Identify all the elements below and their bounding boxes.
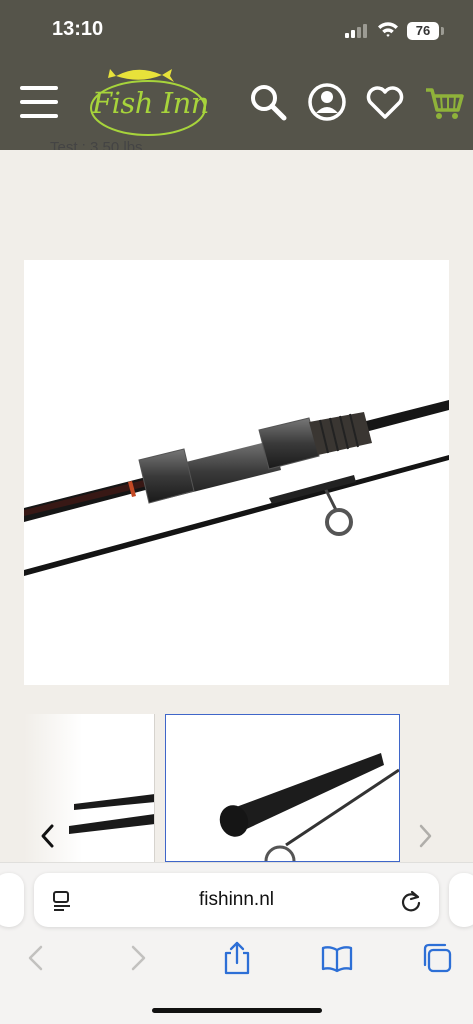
product-image[interactable] (24, 260, 449, 685)
search-icon[interactable] (248, 82, 288, 122)
menu-icon-bar (20, 114, 58, 118)
reload-icon[interactable] (400, 889, 422, 913)
account-icon[interactable] (307, 82, 347, 122)
browser-bottom-bar: fishinn.nl (0, 862, 473, 1024)
share-icon[interactable] (220, 941, 254, 975)
signal-icon (345, 24, 369, 38)
battery-indicator: 76 (407, 22, 439, 40)
menu-button[interactable] (20, 86, 58, 118)
thumbnail-strip (0, 714, 473, 862)
back-icon[interactable] (20, 941, 54, 975)
address-bar[interactable]: fishinn.nl (34, 873, 439, 927)
wifi-icon (378, 22, 398, 37)
status-bar: 13:10 76 (0, 0, 473, 60)
forward-icon[interactable] (120, 941, 154, 975)
rod-butt-thumbnail-image (219, 753, 399, 861)
menu-icon-bar (20, 100, 58, 104)
home-indicator (152, 1008, 322, 1013)
chevron-right-icon[interactable] (415, 822, 435, 850)
url-text[interactable]: fishinn.nl (34, 889, 439, 911)
menu-icon-bar (20, 86, 58, 90)
status-time: 13:10 (52, 18, 104, 40)
cart-icon[interactable] (424, 82, 466, 122)
battery-cap (441, 27, 444, 35)
heart-icon[interactable] (365, 82, 405, 122)
tabs-icon[interactable] (420, 941, 454, 975)
thumbnail-2-active[interactable] (165, 714, 400, 862)
app-header: 13:10 76 Fish Inn (0, 0, 473, 150)
next-tab-card[interactable] (449, 873, 473, 927)
logo-text: Fish Inn (92, 86, 209, 120)
chevron-left-icon[interactable] (38, 822, 58, 850)
spec-text-cutoff: Test : 3.50 lbs (50, 139, 143, 150)
previous-tab-card[interactable] (0, 873, 24, 927)
site-logo[interactable]: Fish Inn (86, 66, 209, 138)
fishing-rod-image (24, 400, 449, 576)
bookmarks-icon[interactable] (320, 941, 354, 975)
